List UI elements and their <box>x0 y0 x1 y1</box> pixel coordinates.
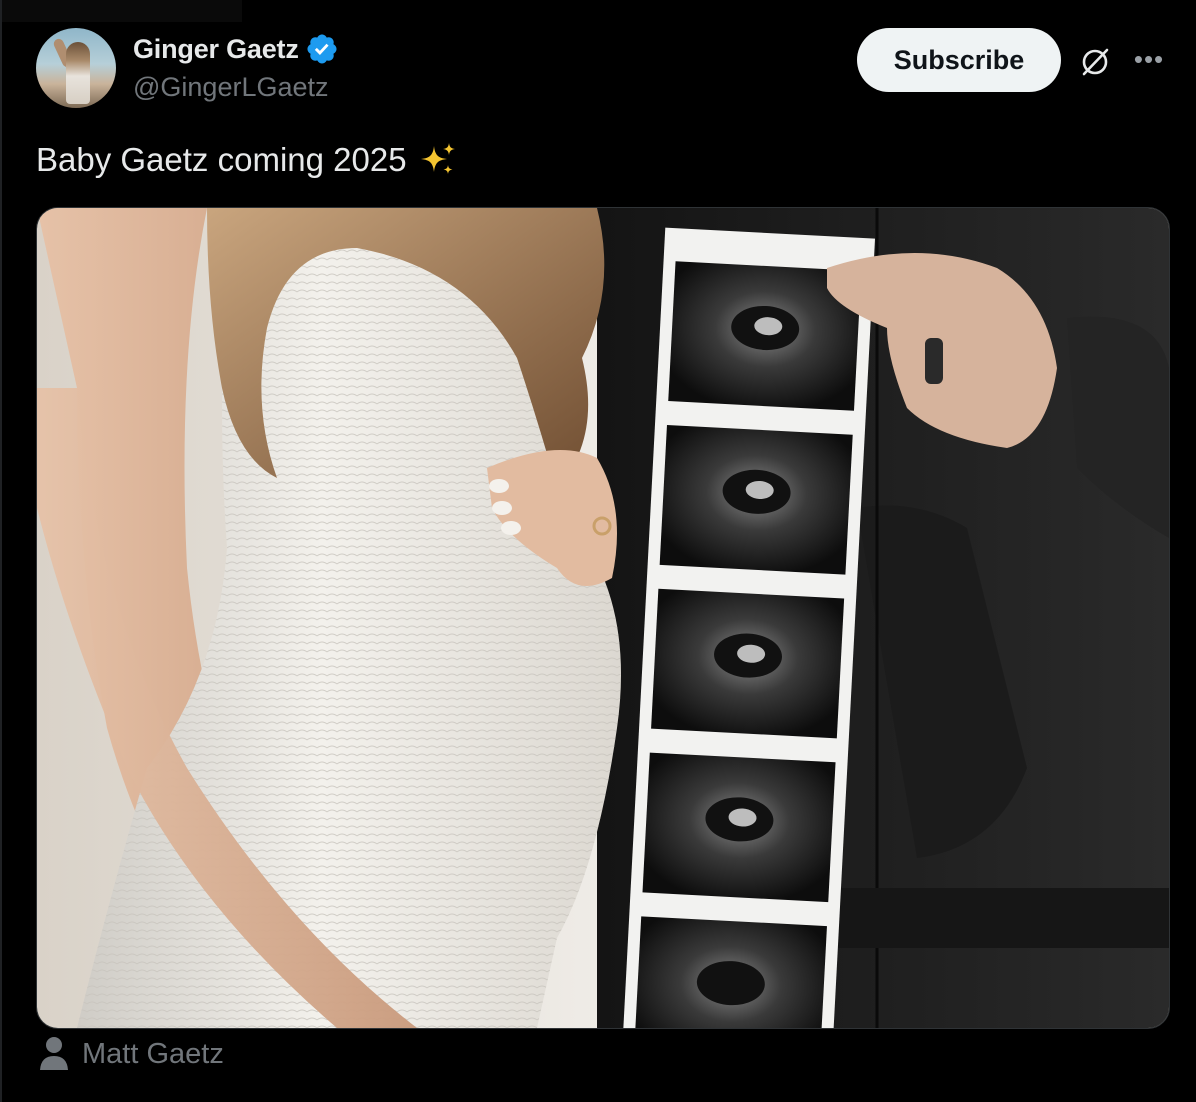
post-photo[interactable] <box>36 207 1170 1029</box>
handle[interactable]: @GingerLGaetz <box>133 72 329 103</box>
avatar[interactable] <box>36 28 116 108</box>
sparkles-icon <box>420 143 455 174</box>
post-text-row: Baby Gaetz coming 2025 <box>36 140 457 180</box>
author-name-row[interactable]: Ginger Gaetz <box>133 32 339 66</box>
window-top-bar <box>2 0 242 22</box>
tagged-user-name[interactable]: Matt Gaetz <box>82 1038 224 1071</box>
grok-icon[interactable] <box>1078 45 1112 79</box>
subscribe-button[interactable]: Subscribe <box>857 28 1061 92</box>
person-icon <box>40 1037 68 1070</box>
window-edge <box>0 0 2 1102</box>
photo-content <box>37 208 1169 1028</box>
verified-badge-icon <box>307 34 337 64</box>
more-icon[interactable]: ••• <box>1132 44 1166 74</box>
tagged-user[interactable]: Matt Gaetz <box>38 1036 224 1072</box>
display-name[interactable]: Ginger Gaetz <box>133 34 299 65</box>
post-text: Baby Gaetz coming 2025 <box>36 141 407 178</box>
